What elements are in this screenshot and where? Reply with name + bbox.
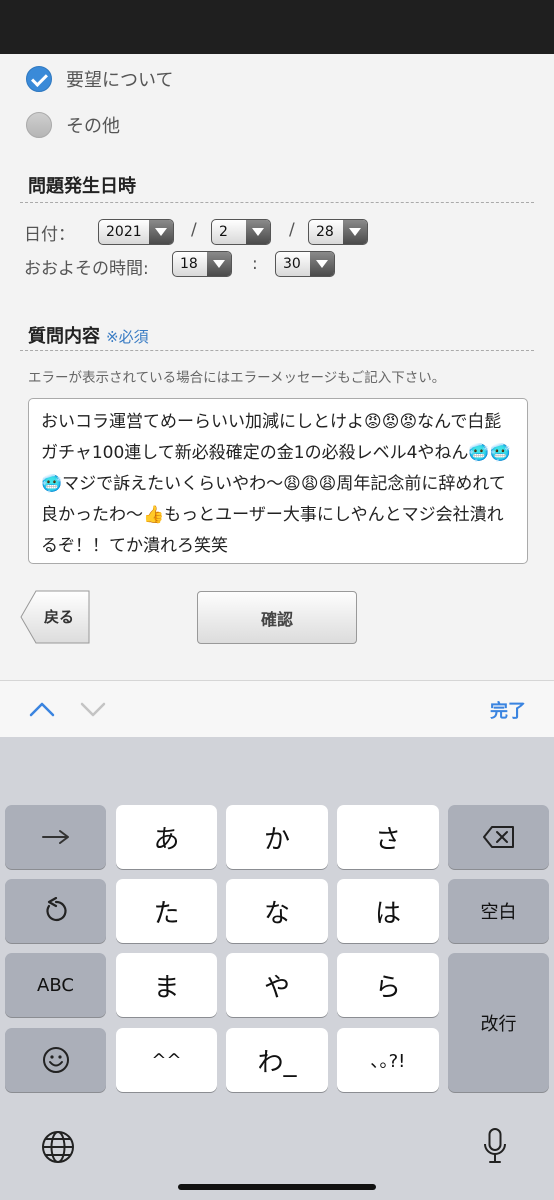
datetime-section-title: 問題発生日時 (28, 176, 136, 197)
question-section-title: 質問内容 ※必須 (28, 322, 149, 348)
hour-select[interactable]: 18 (172, 251, 232, 277)
day-value: 28 (316, 224, 334, 240)
year-value: 2021 (106, 224, 142, 240)
section-divider (20, 350, 534, 351)
keyboard-accessory-bar: 完了 (0, 680, 554, 737)
minute-value: 30 (283, 256, 301, 272)
key-undo[interactable] (5, 879, 106, 943)
key-ta[interactable]: た (116, 879, 217, 943)
back-button[interactable]: 戻る (20, 590, 90, 644)
question-textarea[interactable]: おいコラ運営てめーらいい加減にしとけよ😡😡😡なんで白髭ガチャ100連して新必殺確… (28, 398, 528, 564)
chevron-down-icon (246, 220, 270, 244)
chevron-down-icon (80, 702, 106, 717)
key-arrow-right[interactable] (5, 805, 106, 869)
next-field-button[interactable] (78, 696, 108, 722)
month-select[interactable]: 2 (211, 219, 271, 245)
key-return[interactable]: 改行 (448, 953, 549, 1092)
done-button[interactable]: 完了 (490, 697, 526, 723)
back-button-label: 戻る (44, 608, 75, 626)
chevron-down-icon (149, 220, 173, 244)
radio-option-request[interactable]: 要望について (26, 66, 173, 92)
date-separator: / (191, 220, 197, 240)
minute-select[interactable]: 30 (275, 251, 335, 277)
key-a[interactable]: あ (116, 805, 217, 869)
radio-label-request: 要望について (66, 70, 174, 91)
date-separator: / (289, 220, 295, 240)
previous-field-button[interactable] (27, 696, 57, 722)
key-punctuation[interactable]: ､｡?! (337, 1028, 439, 1092)
time-label: おおよその時間: (24, 259, 149, 279)
chevron-up-icon (29, 702, 55, 717)
globe-icon[interactable] (38, 1127, 78, 1167)
question-title-text: 質問内容 (28, 326, 100, 347)
question-hint: エラーが表示されている場合にはエラーメッセージもご記入下さい。 (28, 370, 446, 386)
key-space[interactable]: 空白 (448, 879, 549, 943)
key-emoji[interactable] (5, 1028, 106, 1092)
microphone-icon[interactable] (478, 1125, 512, 1167)
key-ma[interactable]: ま (116, 953, 217, 1017)
radio-label-other: その他 (66, 116, 120, 137)
key-na[interactable]: な (226, 879, 328, 943)
key-ha[interactable]: は (337, 879, 439, 943)
year-select[interactable]: 2021 (98, 219, 174, 245)
date-label: 日付： (24, 225, 75, 245)
emoji-icon (42, 1047, 69, 1073)
radio-checked-icon[interactable] (26, 66, 52, 92)
key-sa[interactable]: さ (337, 805, 439, 869)
keyboard: あ か さ た な は 空白 ABC ま や ら 改行 ^^ わ_ ､｡?! (0, 737, 554, 1200)
key-wa[interactable]: わ_ (226, 1028, 328, 1092)
month-value: 2 (219, 224, 228, 240)
section-divider (20, 202, 534, 203)
backspace-icon (482, 826, 514, 848)
day-select[interactable]: 28 (308, 219, 368, 245)
confirm-button[interactable]: 確認 (197, 591, 357, 644)
required-mark: ※必須 (106, 328, 149, 346)
key-delete[interactable] (448, 805, 549, 869)
arrow-right-icon (41, 830, 69, 844)
radio-option-other[interactable]: その他 (26, 112, 120, 138)
key-ya[interactable]: や (226, 953, 328, 1017)
time-separator: : (252, 254, 258, 274)
key-ka[interactable]: か (226, 805, 328, 869)
status-bar (0, 0, 554, 54)
key-abc[interactable]: ABC (5, 953, 106, 1017)
chevron-down-icon (310, 252, 334, 276)
radio-unchecked-icon[interactable] (26, 112, 52, 138)
undo-icon (45, 897, 67, 922)
home-indicator (178, 1184, 376, 1190)
key-kaomoji[interactable]: ^^ (116, 1028, 217, 1092)
hour-value: 18 (180, 256, 198, 272)
chevron-down-icon (207, 252, 231, 276)
key-ra[interactable]: ら (337, 953, 439, 1017)
form-page: 要望について その他 問題発生日時 日付： 2021 / 2 / 28 おおよそ… (0, 54, 554, 680)
chevron-down-icon (343, 220, 367, 244)
